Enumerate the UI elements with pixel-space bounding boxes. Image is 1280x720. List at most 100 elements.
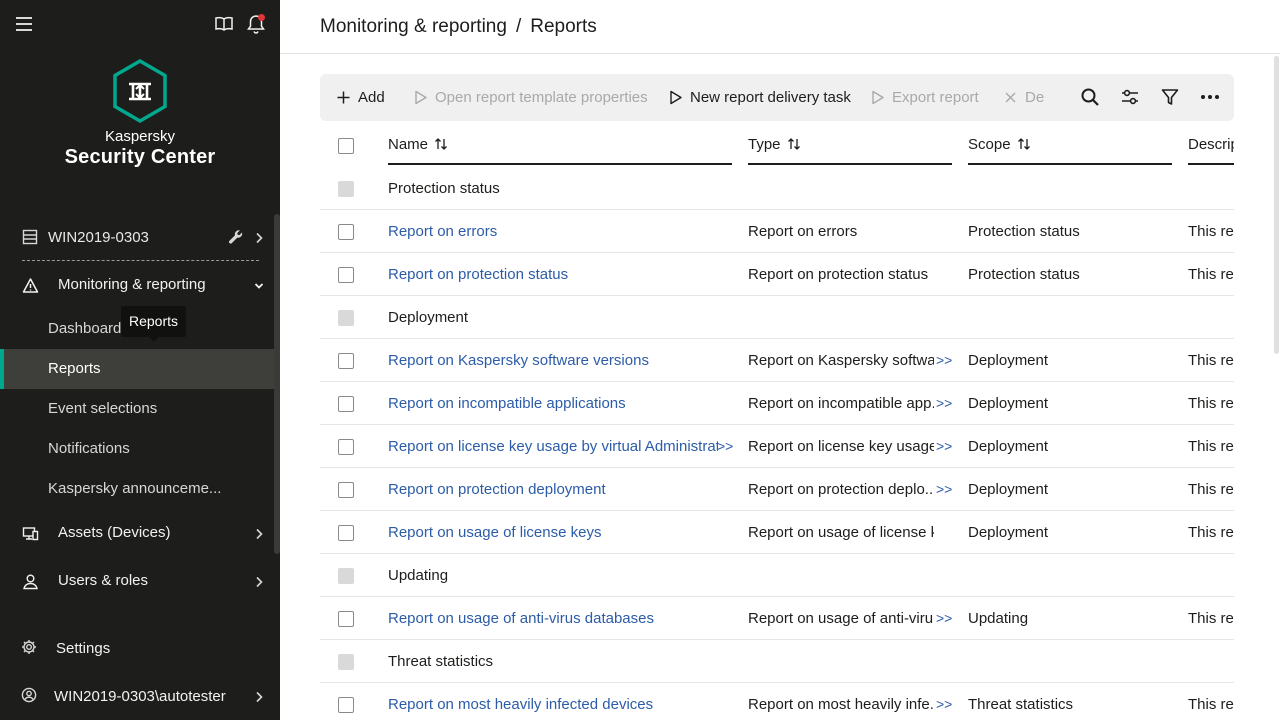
hamburger-menu-icon[interactable] [14,14,34,34]
report-type: Report on incompatible app... [748,395,934,412]
sidebar: Kaspersky Security Center WIN2019-0303 M… [0,0,280,720]
row-checkbox[interactable] [338,396,354,412]
group-name: Deployment [388,309,469,326]
report-name-link[interactable]: Report on usage of anti-virus databases [388,610,654,627]
book-icon[interactable] [214,14,234,34]
main-scrollbar[interactable] [1274,56,1279,354]
report-scope: Deployment [968,524,1049,541]
table-row[interactable]: Report on protection status Report on pro… [320,253,1234,296]
expand-type-link[interactable]: >> [936,352,952,368]
header-divider [280,53,1280,54]
report-scope: Deployment [968,395,1049,412]
filter-icon[interactable] [1159,86,1181,108]
row-checkbox[interactable] [338,224,354,240]
table-row[interactable]: Report on usage of license keys Report on… [320,511,1234,554]
row-checkbox[interactable] [338,482,354,498]
reports-table: Name Type Scope Descripti Protection sta… [320,122,1234,720]
select-all-checkbox[interactable] [338,138,354,154]
row-checkbox[interactable] [338,353,354,369]
nav-users-label: Users & roles [58,572,149,589]
table-row[interactable]: Report on usage of anti-virus databases R… [320,597,1234,640]
row-checkbox[interactable] [338,611,354,627]
breadcrumb-monitoring[interactable]: Monitoring & reporting [320,16,507,37]
column-header-scope[interactable]: Scope [968,136,1031,153]
row-checkbox[interactable] [338,439,354,455]
column-header-name[interactable]: Name [388,136,448,153]
row-checkbox[interactable] [338,181,354,197]
page-title: Reports [530,16,597,37]
report-description: This rep [1188,481,1234,498]
report-scope: Updating [968,610,1029,627]
nav-settings[interactable]: Settings [0,626,280,670]
report-type: Report on license key usage... [748,438,934,455]
delete-label: De [1025,89,1045,106]
table-row[interactable]: Report on incompatible applications Repor… [320,382,1234,425]
row-checkbox[interactable] [338,568,354,584]
nav-users-roles[interactable]: Users & roles [0,561,274,601]
server-selector[interactable]: WIN2019-0303 [0,222,274,252]
breadcrumb: Monitoring & reporting / Reports [320,16,597,38]
report-scope: Deployment [968,481,1049,498]
wrench-icon[interactable] [228,229,244,245]
open-template-properties-label: Open report template properties [435,89,648,106]
table-row[interactable]: Report on protection deployment Report on… [320,468,1234,511]
account-menu[interactable]: WIN2019-0303\autotester [0,674,280,718]
row-checkbox[interactable] [338,654,354,670]
report-description: This rep [1188,524,1234,541]
report-name-link[interactable]: Report on Kaspersky software versions [388,352,649,369]
expand-name-link[interactable]: >> [717,438,733,454]
server-name: WIN2019-0303 [48,229,149,246]
report-type: Report on errors [748,223,858,240]
report-name-link[interactable]: Report on incompatible applications [388,395,626,412]
table-row[interactable]: Report on Kaspersky software versions Rep… [320,339,1234,382]
expand-type-link[interactable]: >> [936,481,952,497]
sidebar-item-notifications[interactable]: Notifications [0,429,274,469]
table-row[interactable]: Report on license key usage by virtual A… [320,425,1234,468]
row-checkbox[interactable] [338,310,354,326]
search-icon[interactable] [1079,86,1101,108]
report-description: This rep [1188,610,1234,627]
report-scope: Protection status [968,223,1080,240]
table-row[interactable]: Report on errors Report on errors Protecti… [320,210,1234,253]
report-name-link[interactable]: Report on usage of license keys [388,524,601,541]
column-divider [388,163,732,165]
column-header-description[interactable]: Descripti [1188,136,1234,153]
report-name-link[interactable]: Report on errors [388,223,497,240]
table-row[interactable]: Report on most heavily infected devices R… [320,683,1234,720]
sidebar-item-reports[interactable]: Reports [0,349,274,389]
sidebar-item-event-selections[interactable]: Event selections [0,389,274,429]
sidebar-item-announcements[interactable]: Kaspersky announceme... [0,469,274,509]
expand-type-link[interactable]: >> [936,696,952,712]
play-icon [413,90,428,105]
report-name-link[interactable]: Report on license key usage by virtual A… [388,438,718,455]
devices-icon [22,525,39,542]
column-settings-icon[interactable] [1119,86,1141,108]
nav-monitoring-label: Monitoring & reporting [58,276,206,293]
sidebar-item-label: Event selections [48,400,158,417]
kaspersky-logo-icon [110,58,170,124]
report-name-link[interactable]: Report on protection status [388,266,568,283]
report-type: Report on Kaspersky softwa... [748,352,934,369]
new-report-delivery-task-label: New report delivery task [690,89,851,106]
group-name: Updating [388,567,449,584]
row-checkbox[interactable] [338,525,354,541]
report-description: This rep [1188,223,1234,240]
play-icon [668,90,683,105]
nav-monitoring-reporting[interactable]: Monitoring & reporting [0,265,274,305]
report-name-link[interactable]: Report on most heavily infected devices [388,696,653,713]
nav-assets-devices[interactable]: Assets (Devices) [0,513,274,553]
column-header-type[interactable]: Type [748,136,801,153]
report-scope: Protection status [968,266,1080,283]
report-name-link[interactable]: Report on protection deployment [388,481,606,498]
expand-type-link[interactable]: >> [936,438,952,454]
toolbar: Add Open report template properties New … [320,74,1234,121]
more-options-icon[interactable] [1199,86,1221,108]
row-checkbox[interactable] [338,697,354,713]
account-icon [21,687,37,703]
notifications-bell-icon[interactable] [246,13,266,35]
row-checkbox[interactable] [338,267,354,283]
expand-type-link[interactable]: >> [936,610,952,626]
group-name: Threat statistics [388,653,494,670]
column-divider [748,163,952,165]
expand-type-link[interactable]: >> [936,395,952,411]
